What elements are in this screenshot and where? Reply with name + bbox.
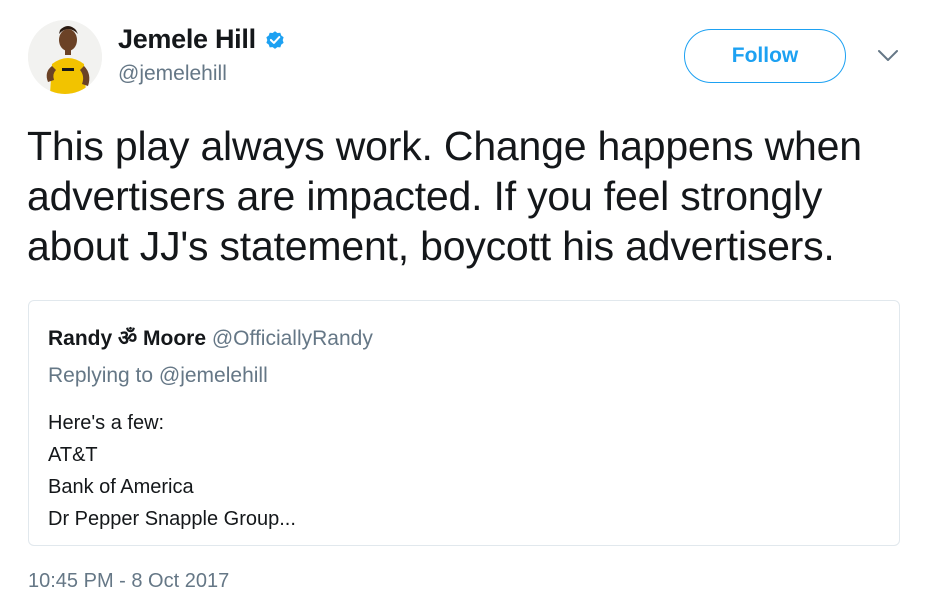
author-name-row: Jemele Hill	[118, 24, 286, 55]
verified-badge-icon	[264, 29, 286, 51]
follow-button[interactable]: Follow	[684, 29, 846, 83]
quoted-body-line: AT&T	[48, 444, 98, 466]
author-name[interactable]: Jemele Hill	[118, 24, 256, 55]
replying-to: Replying to @jemelehill	[48, 364, 268, 387]
avatar[interactable]	[28, 20, 102, 94]
tweet-text-line: advertisers are impacted. If you feel st…	[27, 173, 823, 219]
quoted-tweet-header: Randy ॐ Moore @OfficiallyRandy	[48, 324, 373, 352]
tweet-header: Jemele Hill @jemelehill Follow	[0, 0, 938, 110]
tweet-text: This play always work. Change happens wh…	[27, 121, 917, 271]
tweet-text-line: about JJ's statement, boycott his advert…	[27, 223, 835, 269]
author-handle[interactable]: @jemelehill	[118, 62, 227, 86]
tweet-text-line: This play always work. Change happens wh…	[27, 123, 862, 169]
quoted-author-name: Randy ॐ Moore	[48, 327, 207, 350]
chevron-down-icon[interactable]	[876, 48, 900, 64]
quoted-tweet-body: Here's a few: AT&T Bank of America Dr Pe…	[48, 407, 296, 535]
quoted-author-handle: @OfficiallyRandy	[211, 327, 373, 350]
tweet-timestamp[interactable]: 10:45 PM - 8 Oct 2017	[28, 570, 229, 593]
quoted-body-line: Here's a few:	[48, 412, 165, 434]
quoted-tweet[interactable]: Randy ॐ Moore @OfficiallyRandy Replying …	[28, 300, 900, 546]
quoted-body-line: Dr Pepper Snapple Group...	[48, 508, 296, 530]
quoted-body-line: Bank of America	[48, 476, 194, 498]
